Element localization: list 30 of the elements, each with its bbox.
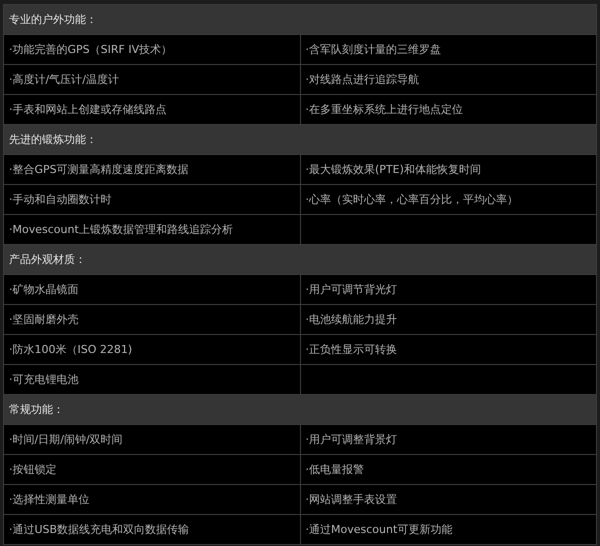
- table-cell: ·选择性测量单位: [4, 484, 300, 514]
- table-cell: ·功能完善的GPS（SIRF IV技术）: [4, 34, 300, 64]
- table-cell: ·手动和自动圈数计时: [4, 184, 300, 214]
- table-cell: ·对线路点进行追踪导航: [300, 64, 596, 94]
- table-cell: ·电池续航能力提升: [300, 304, 596, 334]
- table-cell: ·用户可调整背景灯: [300, 424, 596, 454]
- table-cell: ·矿物水晶镜面: [4, 274, 300, 304]
- table-cell: ·可充电锂电池: [4, 364, 300, 394]
- table-cell: ·用户可调节背光灯: [300, 274, 596, 304]
- table-cell: ·防水100米（ISO 2281): [4, 334, 300, 364]
- table-cell: ·含军队刻度计量的三维罗盘: [300, 34, 596, 64]
- section-heading: 产品外观材质：: [4, 244, 596, 274]
- table-cell: ·高度计/气压计/温度计: [4, 64, 300, 94]
- section-heading: 专业的户外功能：: [4, 4, 596, 34]
- table-cell: ·在多重坐标系统上进行地点定位: [300, 94, 596, 124]
- table-cell: ·Movescount上锻炼数据管理和路线追踪分析: [4, 214, 300, 244]
- table-cell: ·最大锻炼效果(PTE)和体能恢复时间: [300, 154, 596, 184]
- table-cell: ·网站调整手表设置: [300, 484, 596, 514]
- table-cell: ·低电量报警: [300, 454, 596, 484]
- table-cell: ·时间/日期/闹钟/双时间: [4, 424, 300, 454]
- section-heading: 先进的锻炼功能：: [4, 124, 596, 154]
- table-cell: ·通过Movescount可更新功能: [300, 514, 596, 544]
- table-cell: ·整合GPS可测量高精度速度距离数据: [4, 154, 300, 184]
- section-heading: 常规功能：: [4, 394, 596, 424]
- table-cell: ·心率（实时心率，心率百分比，平均心率）: [300, 184, 596, 214]
- table-cell: ·正负性显示可转换: [300, 334, 596, 364]
- table-cell: ·通过USB数据线充电和双向数据传输: [4, 514, 300, 544]
- table-cell: ·手表和网站上创建或存储线路点: [4, 94, 300, 124]
- table-cell: ·坚固耐磨外壳: [4, 304, 300, 334]
- table-cell: ·按钮锁定: [4, 454, 300, 484]
